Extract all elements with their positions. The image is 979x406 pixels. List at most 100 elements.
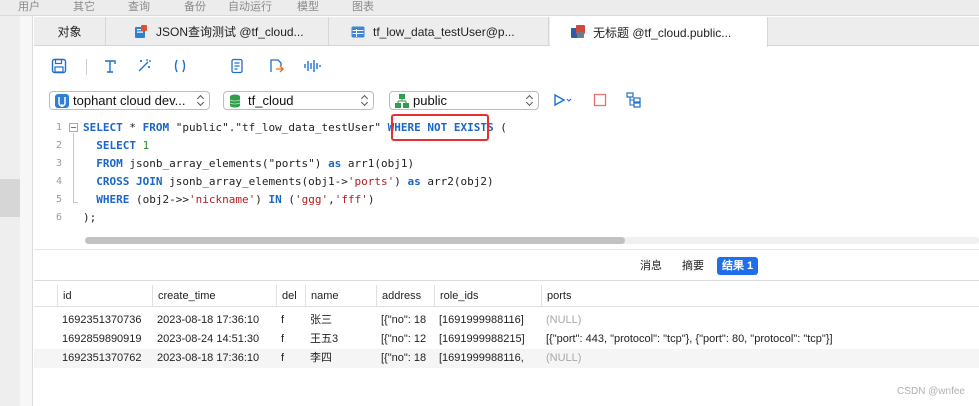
stop-button[interactable] xyxy=(590,91,610,111)
database-select[interactable]: tf_cloud xyxy=(223,91,374,110)
sql-text: "public"."tf_low_data_testUser" xyxy=(169,121,388,134)
chevron-updown-icon xyxy=(197,94,204,106)
sql-text: ); xyxy=(83,211,97,224)
sql-text: ) xyxy=(255,193,269,206)
menu-item-query[interactable]: 查询 xyxy=(128,0,150,14)
database-value: tf_cloud xyxy=(248,93,294,108)
cell-role-ids[interactable]: [1691999988116, xyxy=(434,349,541,368)
table-row[interactable]: 1692859890919 2023-08-24 14:51:30 f 王五3 [{"n… xyxy=(34,330,979,349)
menu-item-other[interactable]: 其它 xyxy=(73,0,95,14)
cell-role-ids[interactable]: [1691999988116] xyxy=(434,311,541,330)
column-header-id[interactable]: id xyxy=(57,285,152,307)
cell-name[interactable]: 王五3 xyxy=(305,330,376,349)
grid-header: id create_time del name address role_ids… xyxy=(34,285,979,307)
code-line[interactable]: WHERE (obj2->>'nickname') IN ('ggg','fff… xyxy=(83,191,507,209)
code-line[interactable]: FROM jsonb_array_elements("ports") as ar… xyxy=(83,155,507,173)
cell-role-ids[interactable]: [1691999988215] xyxy=(434,330,541,349)
tab-messages[interactable]: 消息 xyxy=(635,257,667,275)
cell-del[interactable]: f xyxy=(276,311,305,330)
sql-text: ( xyxy=(281,193,295,206)
menu-item-model[interactable]: 模型 xyxy=(297,0,319,14)
cell-ports[interactable]: [{"port": 443, "protocol": "tcp"}, {"por… xyxy=(541,330,979,349)
snippet-icon xyxy=(229,58,245,77)
cell-ports[interactable]: (NULL) xyxy=(541,349,979,368)
connection-select[interactable]: tophant cloud dev... xyxy=(49,91,210,110)
parentheses-icon xyxy=(172,58,188,77)
menu-item-automation[interactable]: 自动运行 xyxy=(228,0,272,14)
run-button[interactable] xyxy=(553,91,573,111)
sql-text: jsonb_array_elements(obj1-> xyxy=(162,175,348,188)
sql-keyword: SELECT xyxy=(83,121,123,134)
cell-id[interactable]: 1692351370762 xyxy=(57,349,152,368)
fold-guide-end xyxy=(73,202,78,203)
watermark: CSDN @wnfee xyxy=(897,386,965,397)
cell-del[interactable]: f xyxy=(276,349,305,368)
cell-address[interactable]: [{"no": 18 xyxy=(376,349,434,368)
cell-del[interactable]: f xyxy=(276,330,305,349)
menu-item-user[interactable]: 用户 xyxy=(18,0,40,14)
tab-label: tf_low_data_testUser@p... xyxy=(373,24,515,39)
export-icon xyxy=(268,58,284,77)
cell-name[interactable]: 李四 xyxy=(305,349,376,368)
format-button[interactable] xyxy=(100,57,120,77)
tab-result-1[interactable]: 结果 1 xyxy=(717,257,759,275)
sql-text: * xyxy=(122,121,143,134)
cell-create-time[interactable]: 2023-08-18 17:36:10 xyxy=(152,349,276,368)
cell-address[interactable]: [{"no": 12 xyxy=(376,330,434,349)
export-button[interactable] xyxy=(266,57,286,77)
schema-icon xyxy=(395,93,409,108)
tab-table-testuser[interactable]: tf_low_data_testUser@p... xyxy=(330,17,549,46)
menu-item-chart[interactable]: 图表 xyxy=(352,0,374,14)
tab-label: 对象 xyxy=(57,25,82,39)
save-button[interactable] xyxy=(49,57,69,77)
line-number: 4 xyxy=(55,176,62,187)
explain-button[interactable] xyxy=(302,57,322,77)
tab-label: 无标题 @tf_cloud.public... xyxy=(593,25,732,40)
fold-toggle-icon[interactable] xyxy=(69,123,78,132)
tab-json-query[interactable]: JSON查询测试 @tf_cloud... xyxy=(107,17,329,46)
tab-untitled-query[interactable]: 无标题 @tf_cloud.public... xyxy=(550,17,768,47)
plan-button[interactable] xyxy=(624,91,644,111)
tab-objects[interactable]: 对象 xyxy=(34,17,106,46)
sql-keyword: as xyxy=(407,175,421,188)
cell-id[interactable]: 1692859890919 xyxy=(57,330,152,349)
sql-text: , xyxy=(328,193,335,206)
cell-ports[interactable]: (NULL) xyxy=(541,311,979,330)
editor-horizontal-scrollbar[interactable] xyxy=(85,237,979,244)
code-line[interactable]: ); xyxy=(83,209,507,227)
column-header-create-time[interactable]: create_time xyxy=(152,285,276,307)
column-header-name[interactable]: name xyxy=(305,285,376,307)
table-row[interactable]: 1692351370736 2023-08-18 17:36:10 f 张三 [{"no… xyxy=(34,311,979,330)
table-row[interactable]: 1692351370762 2023-08-18 17:36:10 f 李四 [{"no… xyxy=(34,349,979,368)
column-header-role-ids[interactable]: role_ids xyxy=(434,285,541,307)
cell-create-time[interactable]: 2023-08-18 17:36:10 xyxy=(152,311,276,330)
fold-guide xyxy=(73,133,74,203)
cell-name[interactable]: 张三 xyxy=(305,311,376,330)
sql-text: arr1(obj1) xyxy=(341,157,415,170)
chevron-updown-icon xyxy=(361,94,368,106)
beautify-button[interactable] xyxy=(134,57,154,77)
sql-text: ( xyxy=(493,121,507,134)
scrollbar-thumb[interactable] xyxy=(85,237,625,244)
column-header-ports[interactable]: ports xyxy=(541,285,979,307)
sql-string: 'fff' xyxy=(334,193,368,206)
cell-address[interactable]: [{"no": 18 xyxy=(376,311,434,330)
tab-summary[interactable]: 摘要 xyxy=(677,257,709,275)
parentheses-button[interactable] xyxy=(170,57,190,77)
line-number: 3 xyxy=(55,158,62,169)
cell-create-time[interactable]: 2023-08-24 14:51:30 xyxy=(152,330,276,349)
sql-text: (obj2->> xyxy=(129,193,189,206)
sql-keyword: FROM xyxy=(83,157,123,170)
left-divider[interactable] xyxy=(20,16,33,406)
column-header-address[interactable]: address xyxy=(376,285,434,307)
line-number: 2 xyxy=(55,140,62,151)
schema-select[interactable]: public xyxy=(389,91,539,110)
table-icon xyxy=(351,25,365,39)
highlight-box xyxy=(391,114,489,141)
snippet-button[interactable] xyxy=(227,57,247,77)
column-header-del[interactable]: del xyxy=(276,285,305,307)
sql-editor[interactable]: 1 2 3 4 5 6 SELECT * FROM "public"."tf_l… xyxy=(34,114,979,248)
menu-item-backup[interactable]: 备份 xyxy=(184,0,206,14)
code-line[interactable]: CROSS JOIN jsonb_array_elements(obj1->'p… xyxy=(83,173,507,191)
cell-id[interactable]: 1692351370736 xyxy=(57,311,152,330)
